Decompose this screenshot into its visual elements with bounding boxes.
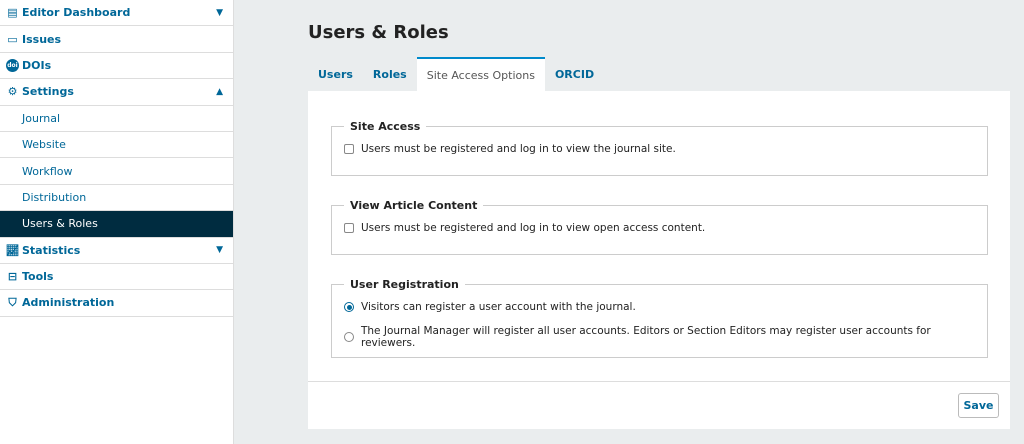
- page-title: Users & Roles: [308, 22, 449, 43]
- tab-orcid[interactable]: ORCID: [545, 57, 604, 91]
- dashboard-icon: ▤: [7, 6, 18, 20]
- nav-issues[interactable]: ▭ Issues: [0, 26, 233, 53]
- user-registration-legend: User Registration: [350, 278, 459, 291]
- toolbox-icon: ⊟: [7, 270, 18, 284]
- user-registration-fieldset: User Registration Visitors can register …: [331, 278, 988, 358]
- nav-journal[interactable]: Journal: [0, 106, 233, 132]
- site-access-panel: Site Access Users must be registered and…: [308, 91, 1010, 429]
- article-content-option[interactable]: Users must be registered and log in to v…: [344, 222, 987, 234]
- nav-statistics[interactable]: 📈︎ Statistics ▼: [0, 238, 233, 264]
- nav-workflow[interactable]: Workflow: [0, 158, 233, 185]
- tab-roles[interactable]: Roles: [363, 57, 417, 91]
- chevron-down-icon: ▼: [216, 245, 223, 256]
- save-button[interactable]: Save: [958, 393, 999, 418]
- nav-editor-dashboard[interactable]: ▤ Editor Dashboard ▼: [0, 0, 233, 27]
- nav-dois[interactable]: doi DOIs: [0, 53, 233, 80]
- site-access-option[interactable]: Users must be registered and log in to v…: [344, 143, 987, 155]
- site-access-legend: Site Access: [350, 120, 421, 133]
- nav-administration[interactable]: ⛉ Administration: [0, 290, 233, 317]
- chart-icon: 📈︎: [5, 243, 20, 257]
- chevron-down-icon: ▼: [216, 7, 223, 18]
- nav-website[interactable]: Website: [0, 132, 233, 159]
- admin-icon: ⛉: [8, 295, 17, 309]
- site-access-checkbox[interactable]: [344, 144, 354, 154]
- article-content-fieldset: View Article Content Users must be regis…: [331, 199, 988, 255]
- nav-settings[interactable]: ⚙ Settings ▲: [0, 79, 233, 106]
- nav-users-roles[interactable]: Users & Roles: [0, 211, 233, 238]
- gear-icon: ⚙: [7, 85, 18, 99]
- issues-icon: ▭: [7, 32, 18, 46]
- sidebar: ▤ Editor Dashboard ▼ ▭ Issues doi DOIs ⚙ Sett…: [0, 0, 234, 444]
- panel-footer-divider: [308, 381, 1010, 382]
- doi-icon: doi: [6, 58, 19, 72]
- radio-visitors[interactable]: [344, 302, 354, 312]
- article-content-checkbox[interactable]: [344, 223, 354, 233]
- article-content-legend: View Article Content: [350, 199, 478, 212]
- site-access-fieldset: Site Access Users must be registered and…: [331, 120, 988, 176]
- tabs: Users Roles Site Access Options ORCID: [308, 57, 604, 91]
- registration-option-manager[interactable]: The Journal Manager will register all us…: [344, 325, 987, 349]
- nav-tools[interactable]: ⊟ Tools: [0, 264, 233, 291]
- radio-manager[interactable]: [344, 332, 354, 342]
- chevron-up-icon: ▲: [216, 86, 223, 97]
- tab-site-access-options[interactable]: Site Access Options: [416, 57, 545, 91]
- nav-distribution[interactable]: Distribution: [0, 185, 233, 212]
- registration-option-visitors[interactable]: Visitors can register a user account wit…: [344, 301, 987, 313]
- tab-users[interactable]: Users: [308, 57, 363, 91]
